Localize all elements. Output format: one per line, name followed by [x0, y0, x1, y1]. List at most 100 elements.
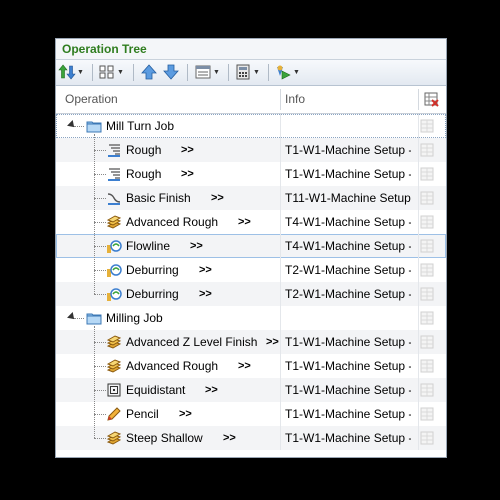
expand-params-button[interactable]: >>	[181, 138, 194, 162]
tree-connector	[94, 134, 95, 294]
cell-divider	[280, 426, 281, 450]
row-grid-icon[interactable]	[420, 383, 434, 397]
cell-divider	[418, 186, 419, 210]
cell-divider	[280, 402, 281, 426]
tree-row[interactable]: Basic Finish >> T11-W1-Machine Setup - 1	[56, 186, 446, 210]
cell-divider	[280, 378, 281, 402]
row-grid-icon[interactable]	[420, 239, 434, 253]
tree-connector	[94, 438, 106, 439]
tree-connector	[94, 198, 106, 199]
operation-tree-panel: Operation Tree ▼ ▼ ▼ ▼ ▼ Operation Info …	[55, 38, 447, 458]
collapse-toggle-icon[interactable]	[67, 312, 77, 322]
column-divider[interactable]	[418, 89, 419, 110]
row-grid-icon[interactable]	[420, 407, 434, 421]
tree-row[interactable]: Flowline >> T4-W1-Machine Setup - 1	[56, 234, 446, 258]
expand-params-button[interactable]: >>	[181, 162, 194, 186]
row-grid-icon[interactable]	[420, 119, 434, 133]
cell-divider	[418, 330, 419, 354]
tree-connector	[94, 390, 106, 391]
expand-params-button[interactable]: >>	[223, 426, 236, 450]
chevron-down-icon[interactable]: ▼	[76, 63, 85, 81]
expand-params-button[interactable]: >>	[211, 186, 224, 210]
tree-row[interactable]: Advanced Rough >> T4-W1-Machine Setup - 1	[56, 210, 446, 234]
operation-info: T1-W1-Machine Setup - 1	[285, 407, 411, 421]
advanced-rough-icon	[106, 359, 122, 373]
expand-params-button[interactable]: >>	[238, 354, 251, 378]
tree-row[interactable]: Rough >> T1-W1-Machine Setup - 1	[56, 162, 446, 186]
operation-column-header[interactable]: Operation	[65, 86, 118, 113]
tree-group-row[interactable]: Milling Job	[56, 306, 446, 330]
cell-divider	[418, 354, 419, 378]
cell-divider	[280, 282, 281, 306]
row-grid-icon[interactable]	[420, 263, 434, 277]
expand-params-button[interactable]: >>	[199, 258, 212, 282]
move-down-button[interactable]	[162, 63, 180, 81]
group-label: Mill Turn Job	[106, 119, 175, 133]
move-up-button[interactable]	[140, 63, 158, 81]
expand-params-button[interactable]: >>	[266, 330, 279, 354]
view-button[interactable]: ▼	[194, 63, 221, 81]
operation-info: T1-W1-Machine Setup - 1	[285, 143, 411, 157]
layout-button[interactable]: ▼	[98, 63, 125, 81]
row-grid-icon[interactable]	[420, 335, 434, 349]
row-grid-icon[interactable]	[420, 431, 434, 445]
expand-params-button[interactable]: >>	[179, 402, 192, 426]
cell-divider	[280, 258, 281, 282]
operation-info: T4-W1-Machine Setup - 1	[285, 215, 411, 229]
toolbar-separator	[228, 64, 229, 81]
deburring-icon	[107, 264, 122, 277]
chevron-down-icon[interactable]: ▼	[292, 63, 301, 81]
operation-info: T1-W1-Machine Setup - 1	[285, 431, 411, 445]
row-grid-icon[interactable]	[420, 215, 434, 229]
row-grid-icon[interactable]	[420, 191, 434, 205]
calculate-button[interactable]: ▼	[234, 63, 261, 81]
row-grid-icon[interactable]	[420, 287, 434, 301]
tree-row[interactable]: Rough >> T1-W1-Machine Setup - 1	[56, 138, 446, 162]
column-divider[interactable]	[280, 89, 281, 110]
tree-row[interactable]: Equidistant >> T1-W1-Machine Setup - 1	[56, 378, 446, 402]
rough-turn-icon	[108, 144, 120, 157]
expand-params-button[interactable]: >>	[199, 282, 212, 306]
flowline-icon	[107, 240, 122, 253]
info-column-header[interactable]: Info	[285, 86, 305, 113]
tree-connector	[94, 366, 106, 367]
chevron-down-icon[interactable]: ▼	[252, 63, 261, 81]
operation-label: Basic Finish	[126, 191, 191, 205]
calculator-icon	[236, 64, 250, 80]
panel-title: Operation Tree	[62, 42, 147, 56]
operation-info: T2-W1-Machine Setup - 1	[285, 287, 411, 301]
cell-divider	[280, 114, 281, 138]
view-list-icon	[195, 65, 211, 79]
tree-row[interactable]: Advanced Z Level Finish >> T1-W1-Machine S…	[56, 330, 446, 354]
chevron-down-icon[interactable]: ▼	[116, 63, 125, 81]
row-grid-icon[interactable]	[420, 143, 434, 157]
tree-connector	[74, 318, 84, 319]
chevron-down-icon[interactable]: ▼	[212, 63, 221, 81]
move-up-icon	[141, 64, 157, 80]
tree-row[interactable]: Pencil >> T1-W1-Machine Setup - 1	[56, 402, 446, 426]
collapse-toggle-icon[interactable]	[67, 120, 77, 130]
tree-row[interactable]: Deburring >> T2-W1-Machine Setup - 1	[56, 258, 446, 282]
cell-divider	[418, 258, 419, 282]
operation-label: Flowline	[126, 239, 171, 253]
row-grid-icon[interactable]	[420, 359, 434, 373]
grid-settings-icon[interactable]	[424, 92, 439, 107]
tree-row[interactable]: Deburring >> T2-W1-Machine Setup - 1	[56, 282, 446, 306]
tree-row[interactable]: Steep Shallow >> T1-W1-Machine Setup - 1	[56, 426, 446, 450]
expand-params-button[interactable]: >>	[238, 210, 251, 234]
operation-label: Pencil	[126, 407, 159, 421]
row-grid-icon[interactable]	[420, 167, 434, 181]
run-tool-button[interactable]: ▼	[274, 63, 301, 81]
expand-params-button[interactable]: >>	[190, 234, 203, 258]
move-down-icon	[163, 64, 179, 80]
expand-params-button[interactable]: >>	[205, 378, 218, 402]
operation-info: T2-W1-Machine Setup - 1	[285, 263, 411, 277]
sort-button[interactable]: ▼	[58, 63, 85, 81]
pencil-icon	[107, 407, 121, 421]
tree-group-row[interactable]: Mill Turn Job	[56, 114, 446, 138]
tree-row[interactable]: Advanced Rough >> T1-W1-Machine Setup - 1	[56, 354, 446, 378]
finish-turn-icon	[107, 193, 121, 205]
toolbar: ▼ ▼ ▼ ▼ ▼	[56, 60, 446, 86]
row-grid-icon[interactable]	[420, 311, 434, 325]
cell-divider	[418, 402, 419, 426]
